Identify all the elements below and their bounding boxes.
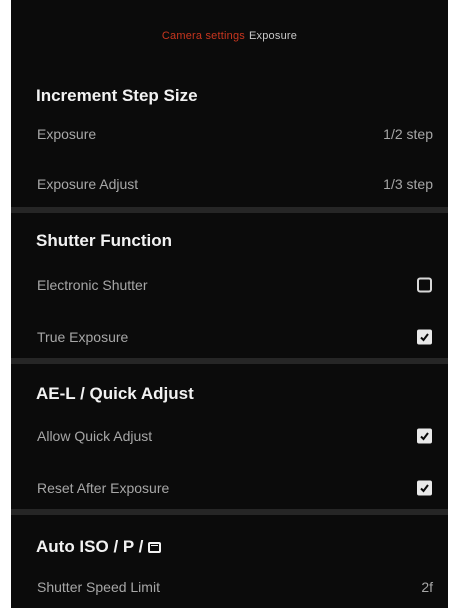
checkmark-icon [420,484,429,493]
section-increment-step-size: Increment Step Size Exposure 1/2 step Ex… [11,72,448,212]
setting-label: Exposure [37,126,97,142]
setting-label: Reset After Exposure [37,480,170,496]
setting-label: Electronic Shutter [37,277,148,293]
setting-label: True Exposure [37,329,129,345]
setting-label: Allow Quick Adjust [37,428,153,444]
section-ae-l-quick-adjust: AE-L / Quick Adjust Allow Quick Adjust R… [11,364,448,509]
setting-row-allow-quick-adjust[interactable]: Allow Quick Adjust [11,414,448,458]
setting-row-exposure[interactable]: Exposure 1/2 step [11,112,448,156]
setting-row-shutter-speed-limit[interactable]: Shutter Speed Limit 2f [11,565,448,608]
section-title: AE-L / Quick Adjust [36,384,194,403]
section-shutter-function: Shutter Function Electronic Shutter True… [11,213,448,358]
setting-value: 1/2 step [383,126,433,142]
section-auto-iso: Auto ISO / P / Shutter Speed Limit 2f [11,515,448,608]
checkbox-unchecked[interactable] [417,277,432,293]
breadcrumb-root[interactable]: Camera settings [162,30,245,42]
checkbox-checked[interactable] [417,480,432,496]
setting-value: 1/3 step [383,176,433,192]
frame-mode-icon [148,542,162,553]
breadcrumb-current: Exposure [249,30,298,42]
checkmark-icon [420,432,429,441]
setting-value: 2f [421,579,433,595]
setting-row-true-exposure[interactable]: True Exposure [11,315,448,359]
setting-row-reset-after-exposure[interactable]: Reset After Exposure [11,466,448,510]
section-title: Auto ISO / P / [36,537,162,557]
section-title: Increment Step Size [36,86,198,105]
checkbox-checked[interactable] [417,329,432,345]
checkbox-checked[interactable] [417,428,432,444]
camera-settings-screen: Camera settings Exposure Increment Step … [11,0,448,608]
setting-row-electronic-shutter[interactable]: Electronic Shutter [11,263,448,307]
setting-label: Shutter Speed Limit [37,579,160,595]
setting-label: Exposure Adjust [37,176,139,192]
setting-row-exposure-adjust[interactable]: Exposure Adjust 1/3 step [11,162,448,206]
breadcrumb: Camera settings Exposure [11,0,448,72]
section-title: Shutter Function [36,231,172,250]
checkmark-icon [420,333,429,342]
